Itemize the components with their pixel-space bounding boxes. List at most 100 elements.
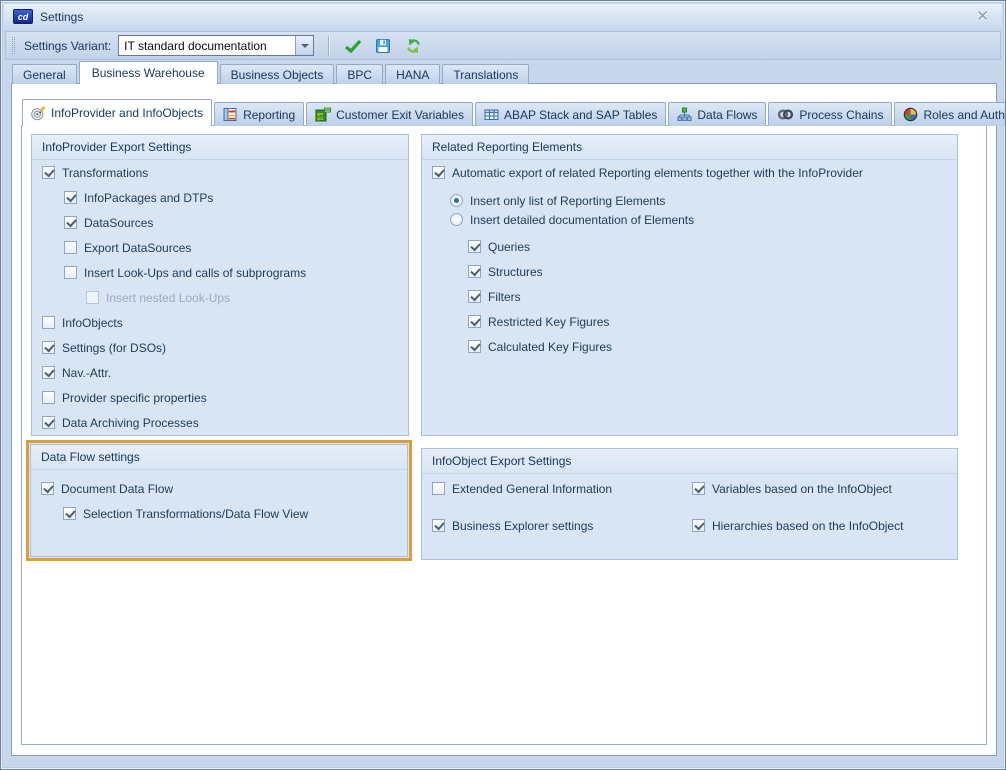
- title-bar[interactable]: cd Settings ✕: [4, 4, 1002, 29]
- checkbox-label: Restricted Key Figures: [488, 315, 609, 329]
- checkbox[interactable]: [42, 166, 55, 179]
- tab-business-objects[interactable]: Business Objects: [220, 64, 335, 84]
- checkbox[interactable]: [432, 519, 445, 532]
- close-icon[interactable]: ✕: [972, 7, 993, 26]
- subtab-customer-exit-variables[interactable]: x= v= Customer Exit Variables: [306, 102, 473, 126]
- tab-translations[interactable]: Translations: [442, 64, 529, 84]
- apply-button[interactable]: [340, 33, 366, 58]
- radio-row[interactable]: Insert detailed documentation of Element…: [422, 210, 957, 229]
- checkbox-row[interactable]: InfoObjects: [32, 310, 408, 335]
- group-infoobject-export-settings: InfoObject Export Settings Extended Gene…: [421, 448, 958, 560]
- checkbox[interactable]: [64, 216, 77, 229]
- checkbox-row[interactable]: Business Explorer settings: [422, 513, 692, 538]
- checkbox[interactable]: [432, 482, 445, 495]
- checkbox-row[interactable]: Export DataSources: [32, 235, 408, 260]
- checkbox-row[interactable]: Calculated Key Figures: [422, 334, 957, 359]
- subtab-label: Data Flows: [697, 108, 757, 122]
- checkbox-label: Insert nested Look-Ups: [106, 291, 230, 305]
- group-title: InfoObject Export Settings: [422, 449, 957, 474]
- save-button[interactable]: [370, 33, 396, 58]
- group-data-flow-settings: Data Flow settings Document Data Flow Se…: [30, 444, 408, 557]
- toolbar-grip[interactable]: [12, 37, 15, 54]
- checkbox[interactable]: [42, 416, 55, 429]
- checkbox-row[interactable]: Variables based on the InfoObject: [692, 476, 892, 501]
- subtab-abap-stack-and-sap-tables[interactable]: ABAP Stack and SAP Tables: [475, 102, 666, 126]
- checkbox-label: DataSources: [84, 216, 153, 230]
- checkbox-label: Export DataSources: [84, 241, 191, 255]
- radio-row[interactable]: Insert only list of Reporting Elements: [422, 191, 957, 210]
- tab-label: Business Objects: [231, 68, 324, 82]
- refresh-button[interactable]: [400, 33, 426, 58]
- checkbox-row[interactable]: Automatic export of related Reporting el…: [422, 160, 957, 185]
- tab-label: General: [23, 68, 66, 82]
- checkbox[interactable]: [468, 290, 481, 303]
- checkbox-row[interactable]: Data Archiving Processes: [32, 410, 408, 435]
- checkbox-row[interactable]: Filters: [422, 284, 957, 309]
- checkbox[interactable]: [42, 391, 55, 404]
- checkbox-row[interactable]: Selection Transformations/Data Flow View: [31, 501, 407, 526]
- subtab-label: Reporting: [243, 108, 295, 122]
- radio-button[interactable]: [450, 194, 463, 207]
- checkbox-row[interactable]: Structures: [422, 259, 957, 284]
- tab-general[interactable]: General: [12, 64, 77, 84]
- checkbox[interactable]: [468, 265, 481, 278]
- checkbox[interactable]: [64, 266, 77, 279]
- checkbox[interactable]: [432, 166, 445, 179]
- toolbar: Settings Variant: IT standard documentat…: [5, 31, 1001, 60]
- checkbox[interactable]: [42, 316, 55, 329]
- settings-variant-value[interactable]: IT standard documentation: [119, 36, 295, 55]
- checkbox-row[interactable]: DataSources: [32, 210, 408, 235]
- tab-hana[interactable]: HANA: [385, 64, 440, 84]
- checkbox[interactable]: [42, 366, 55, 379]
- checkbox-label: Extended General Information: [452, 482, 612, 496]
- subtab-label: ABAP Stack and SAP Tables: [504, 108, 657, 122]
- checkbox-label: Queries: [488, 240, 530, 254]
- target-pencil-icon: [31, 106, 46, 121]
- sap-table-icon: [484, 107, 499, 122]
- sub-tab-strip: InfoProvider and InfoObjects Reporting x…: [22, 99, 1006, 126]
- checkbox-row[interactable]: Insert Look-Ups and calls of subprograms: [32, 260, 408, 285]
- group-infoprovider-export-settings: InfoProvider Export Settings Transformat…: [31, 134, 409, 436]
- checkbox[interactable]: [692, 519, 705, 532]
- settings-variant-combobox[interactable]: IT standard documentation: [118, 35, 314, 56]
- subtab-roles-and-authorizations[interactable]: Roles and Authorizations: [894, 102, 1006, 126]
- radio-label: Insert only list of Reporting Elements: [470, 194, 665, 208]
- checkbox[interactable]: [468, 315, 481, 328]
- checkbox[interactable]: [468, 340, 481, 353]
- tab-label: HANA: [396, 68, 429, 82]
- tab-business-warehouse[interactable]: Business Warehouse: [79, 61, 218, 84]
- checkbox-row[interactable]: Document Data Flow: [31, 476, 407, 501]
- tab-label: Translations: [453, 68, 518, 82]
- apply-check-icon: [344, 38, 362, 54]
- subtab-label: InfoProvider and InfoObjects: [51, 106, 203, 120]
- checkbox[interactable]: [64, 241, 77, 254]
- infoprovider-and-infoobjects-page: InfoProvider Export Settings Transformat…: [21, 125, 987, 745]
- checkbox[interactable]: [64, 191, 77, 204]
- checkbox-row[interactable]: Restricted Key Figures: [422, 309, 957, 334]
- combobox-dropdown-button[interactable]: [295, 36, 313, 55]
- checkbox[interactable]: [692, 482, 705, 495]
- toolbar-separator: [328, 36, 329, 56]
- radio-button[interactable]: [450, 213, 463, 226]
- checkbox-row[interactable]: Queries: [422, 234, 957, 259]
- checkbox[interactable]: [42, 341, 55, 354]
- subtab-reporting[interactable]: Reporting: [214, 102, 304, 126]
- checkbox-row[interactable]: InfoPackages and DTPs: [32, 185, 408, 210]
- subtab-infoprovider-and-infoobjects[interactable]: InfoProvider and InfoObjects: [22, 99, 212, 126]
- settings-dialog: cd Settings ✕ Settings Variant: IT stand…: [0, 0, 1006, 770]
- checkbox-row[interactable]: Transformations: [32, 160, 408, 185]
- checkbox-row[interactable]: Provider specific properties: [32, 385, 408, 410]
- checkbox-row[interactable]: Hierarchies based on the InfoObject: [692, 513, 903, 538]
- group-title: InfoProvider Export Settings: [32, 135, 408, 160]
- subtab-process-chains[interactable]: Process Chains: [768, 102, 892, 126]
- subtab-label: Roles and Authorizations: [923, 108, 1006, 122]
- checkbox[interactable]: [63, 507, 76, 520]
- checkbox-row[interactable]: Nav.-Attr.: [32, 360, 408, 385]
- checkbox-row[interactable]: Settings (for DSOs): [32, 335, 408, 360]
- tab-bpc[interactable]: BPC: [336, 64, 383, 84]
- subtab-data-flows[interactable]: Data Flows: [668, 102, 766, 126]
- checkbox[interactable]: [468, 240, 481, 253]
- checkbox-row[interactable]: Extended General Information: [422, 476, 692, 501]
- checkbox-row: Insert nested Look-Ups: [32, 285, 408, 310]
- checkbox[interactable]: [41, 482, 54, 495]
